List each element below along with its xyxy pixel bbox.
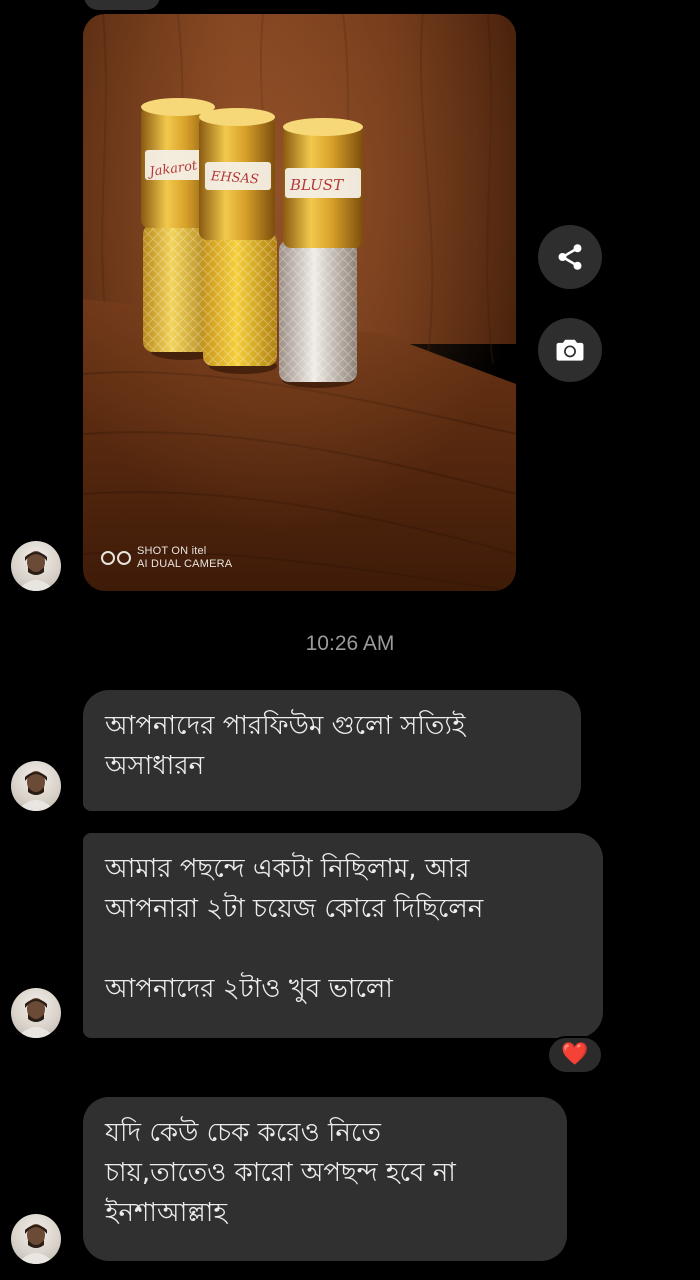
perfume-photo: Jakarot EHSAS BLUST (83, 14, 516, 591)
message-bubble[interactable]: আমার পছন্দে একটা নিছিলাম, আর আপনারা ২টা … (83, 833, 603, 1038)
camera-watermark: SHOT ON itel AI DUAL CAMERA (101, 545, 232, 571)
watermark-line-1: SHOT ON itel (137, 545, 207, 557)
camera-button[interactable] (538, 318, 602, 382)
heart-reaction-icon[interactable]: ❤️ (547, 1036, 603, 1074)
watermark-line-2: AI DUAL CAMERA (137, 558, 233, 570)
message-bubble[interactable]: যদি কেউ চেক করেও নিতে চায়,তাতেও কারো অপ… (83, 1097, 567, 1261)
previous-message-bubble[interactable] (84, 0, 160, 10)
photo-message[interactable]: Jakarot EHSAS BLUST SHOT ON itel AI DUAL… (83, 14, 516, 591)
message-timestamp: 10:26 AM (305, 632, 395, 655)
avatar[interactable] (11, 541, 61, 591)
message-bubble[interactable]: আপনাদের পারফিউম গুলো সত্যিই অসাধারন (83, 690, 581, 811)
watermark-rings-icon (101, 551, 131, 565)
share-icon (558, 244, 582, 270)
bottle-label-3: BLUST (289, 176, 344, 194)
camera-icon (556, 339, 584, 361)
avatar[interactable] (11, 988, 61, 1038)
bottle-2 (199, 108, 277, 374)
avatar[interactable] (11, 761, 61, 811)
bottle-3 (279, 118, 363, 388)
share-button[interactable] (538, 225, 602, 289)
avatar[interactable] (11, 1214, 61, 1264)
